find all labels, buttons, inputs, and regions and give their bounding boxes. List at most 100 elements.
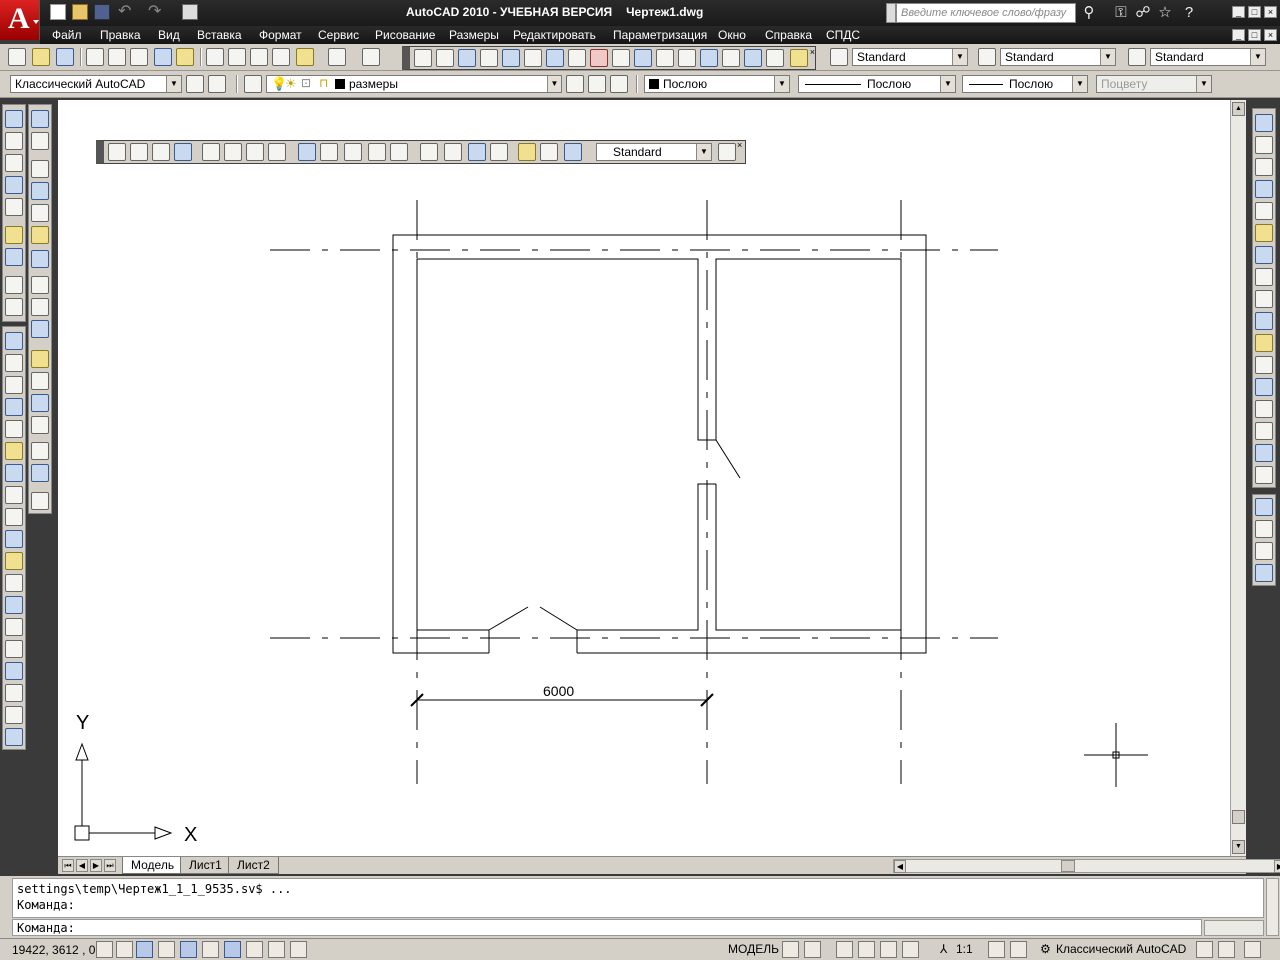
snap-mode-icon[interactable]: [96, 941, 113, 958]
dim-edit-icon[interactable]: [790, 49, 808, 67]
zoom-icon[interactable]: [858, 941, 875, 958]
jogged-linear-icon[interactable]: [490, 143, 508, 161]
text-style-select[interactable]: Standard: [852, 48, 968, 66]
ellipse-icon[interactable]: [5, 530, 23, 548]
open-file-icon[interactable]: [72, 4, 88, 20]
snap-apparent-icon[interactable]: [31, 226, 49, 244]
help-search-input[interactable]: Введите ключевое слово/фразу: [896, 3, 1076, 23]
command-vscroll[interactable]: [1266, 878, 1279, 936]
layer-select[interactable]: 💡 ☀ ⊡ ⊓ размеры ▼: [266, 75, 562, 93]
dim-style-manager-icon[interactable]: [718, 143, 736, 161]
send-back-icon[interactable]: [1255, 520, 1273, 538]
table-icon[interactable]: [5, 706, 23, 724]
workspace-select[interactable]: Классический AutoCAD: [10, 75, 182, 93]
rectangle-icon[interactable]: [5, 420, 23, 438]
polyline-icon[interactable]: [5, 376, 23, 394]
center-mark-icon[interactable]: [444, 143, 462, 161]
snap-endpoint-icon[interactable]: [31, 160, 49, 178]
showmotion-icon[interactable]: [902, 941, 919, 958]
ortho-mode-icon[interactable]: [136, 941, 153, 958]
maximize-button[interactable]: □: [1248, 6, 1261, 18]
zoom-center-icon[interactable]: [5, 176, 23, 194]
menu-parametric[interactable]: Параметризация: [613, 28, 707, 42]
arc-length-icon[interactable]: [458, 49, 476, 67]
menu-window[interactable]: Окно: [718, 28, 746, 42]
dim-text-edit-icon[interactable]: [540, 143, 558, 161]
trim-icon[interactable]: [1255, 312, 1273, 330]
menu-draw[interactable]: Рисование: [375, 28, 435, 42]
redo-icon[interactable]: [148, 1, 164, 21]
spline-icon[interactable]: [5, 508, 23, 526]
match-properties-icon[interactable]: [272, 48, 290, 66]
jogged-dim-icon[interactable]: [524, 49, 542, 67]
subscription-key-icon[interactable]: ⚿: [1112, 4, 1130, 22]
zoom-dynamic-icon[interactable]: [5, 132, 23, 150]
dim-space-icon[interactable]: [368, 143, 386, 161]
snap-center-icon[interactable]: [31, 276, 49, 294]
binoculars-icon[interactable]: ⚲: [1080, 4, 1098, 22]
ordinate-dim-icon[interactable]: [174, 143, 192, 161]
cut-icon[interactable]: [206, 48, 224, 66]
line-icon[interactable]: [5, 332, 23, 350]
communication-center-icon[interactable]: ☍: [1134, 4, 1152, 22]
inspect-icon[interactable]: [744, 49, 762, 67]
workspace-settings-icon[interactable]: [186, 75, 204, 93]
rotate-icon[interactable]: [1255, 246, 1273, 264]
steering-wheel-icon[interactable]: [880, 941, 897, 958]
model-space-canvas[interactable]: 6000 Y X: [58, 100, 1230, 856]
diameter-dim-icon[interactable]: [546, 49, 564, 67]
pan-icon[interactable]: [836, 941, 853, 958]
angular-dim-icon[interactable]: [268, 143, 286, 161]
paste-icon[interactable]: [250, 48, 268, 66]
lineweight-toggle-icon[interactable]: [268, 941, 285, 958]
break-point-icon[interactable]: [1255, 356, 1273, 374]
layer-states-icon[interactable]: [610, 75, 628, 93]
dynamic-input-icon[interactable]: [246, 941, 263, 958]
dim-break-icon[interactable]: [390, 143, 408, 161]
circle-icon[interactable]: [5, 464, 23, 482]
construction-line-icon[interactable]: [5, 354, 23, 372]
menu-insert[interactable]: Вставка: [197, 28, 242, 42]
point-icon[interactable]: [5, 618, 23, 636]
menu-format[interactable]: Формат: [259, 28, 302, 42]
doc-close-button[interactable]: ×: [1264, 29, 1277, 41]
inspect-icon[interactable]: [468, 143, 486, 161]
undo-icon[interactable]: [118, 1, 134, 21]
zoom-out-icon[interactable]: [5, 248, 23, 266]
extend-icon[interactable]: [1255, 334, 1273, 352]
first-tab-arrow[interactable]: ⏮: [62, 859, 74, 872]
vertical-scrollbar[interactable]: ▲ ▼: [1230, 100, 1246, 856]
bring-above-icon[interactable]: [1255, 542, 1273, 560]
text-style-icon[interactable]: [830, 48, 848, 66]
snap-tangent-icon[interactable]: [31, 320, 49, 338]
dim-style-select[interactable]: Standard: [596, 143, 712, 161]
application-menu-button[interactable]: A: [0, 0, 40, 40]
close-button[interactable]: ×: [1264, 6, 1277, 18]
insert-block-icon[interactable]: [5, 574, 23, 592]
object-snap-tracking-icon[interactable]: [202, 941, 219, 958]
hatch-icon[interactable]: [5, 640, 23, 658]
arc-length-icon[interactable]: [152, 143, 170, 161]
aligned-dim-icon[interactable]: [436, 49, 454, 67]
move-icon[interactable]: [1255, 224, 1273, 242]
horizontal-scrollbar[interactable]: ◀ ▶: [893, 859, 1280, 873]
menu-dimension[interactable]: Размеры: [449, 28, 499, 42]
snap-perpendicular-icon[interactable]: [31, 350, 49, 368]
print-icon[interactable]: [182, 4, 198, 20]
menu-modify[interactable]: Редактировать: [513, 28, 596, 42]
explode-icon[interactable]: [1255, 466, 1273, 484]
angular-dim-icon[interactable]: [568, 49, 586, 67]
menu-view[interactable]: Вид: [158, 28, 180, 42]
doc-minimize-button[interactable]: _: [1232, 29, 1245, 41]
zoom-scale-icon[interactable]: [5, 154, 23, 172]
make-block-icon[interactable]: [5, 596, 23, 614]
lock-icon[interactable]: [1196, 941, 1213, 958]
snap-node-icon[interactable]: [31, 416, 49, 434]
baseline-dim-icon[interactable]: [320, 143, 338, 161]
zoom-all-icon[interactable]: [5, 276, 23, 294]
snap-from-icon[interactable]: [31, 132, 49, 150]
doc-restore-button[interactable]: □: [1248, 29, 1261, 41]
help-icon[interactable]: ?: [1180, 4, 1198, 22]
scroll-left-arrow[interactable]: ◀: [894, 860, 906, 873]
scroll-thumb[interactable]: [1232, 810, 1245, 824]
